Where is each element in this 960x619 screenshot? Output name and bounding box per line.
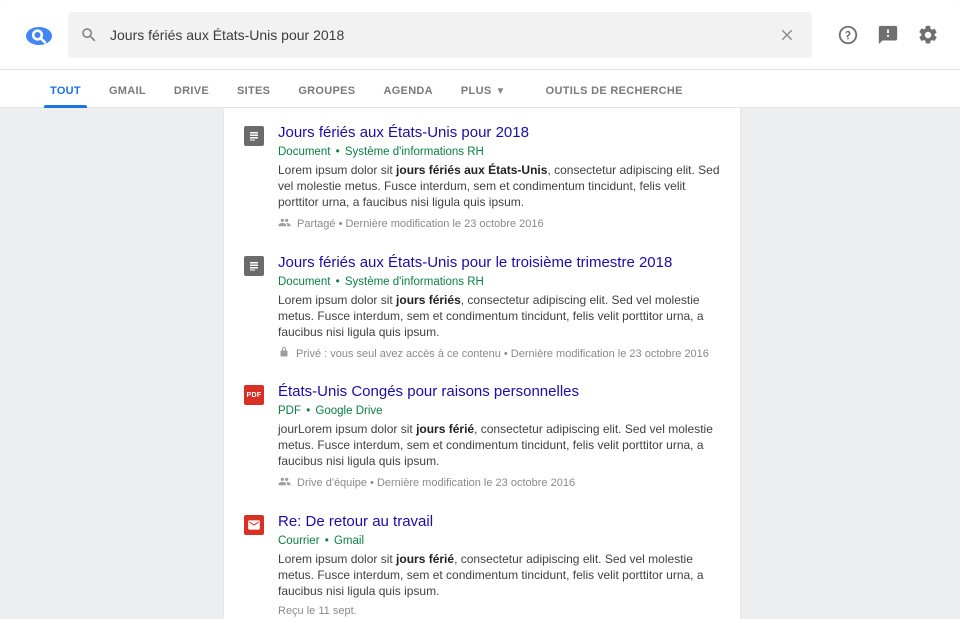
gear-icon [917,24,939,46]
result-meta-type: PDF [278,405,301,417]
help-icon [837,24,859,46]
search-input[interactable] [108,26,774,44]
results-panel: Jours fériés aux États-Unis pour 2018 Doc… [224,108,740,619]
result-meta-type: Document [278,146,330,158]
result-footer-text: Reçu le 11 sept. [278,605,357,617]
result-body: Re: De retour au travail Courrier • Gmail… [278,513,720,617]
tab-label: OUTILS DE RECHERCHE [546,85,683,97]
header-actions [830,17,946,53]
clear-search-button[interactable] [774,22,800,48]
tab-search-tools[interactable]: OUTILS DE RECHERCHE [532,85,697,107]
tab-label: TOUT [50,85,81,97]
content-surface: Jours fériés aux États-Unis pour 2018 Doc… [0,108,960,619]
result-meta-type: Courrier [278,535,320,547]
result-meta-source: Système d'informations RH [345,276,484,288]
tab-label: PLUS [461,85,492,97]
tab-label: SITES [237,85,270,97]
tab-label: GROUPES [298,85,355,97]
result-meta-type: Document [278,276,330,288]
result-footer-text: Privé : vous seul avez accès à ce conten… [296,348,709,360]
cloud-search-logo-icon [24,23,54,47]
result-footer: Privé : vous seul avez accès à ce conten… [278,346,720,361]
lock-icon [278,346,290,361]
result-title[interactable]: Re: De retour au travail [278,513,720,531]
filter-tabs: TOUT GMAIL DRIVE SITES GROUPES AGENDA PL… [0,70,960,108]
people-icon [278,216,291,232]
search-result: Jours fériés aux États-Unis pour le troi… [244,254,720,361]
settings-button[interactable] [910,17,946,53]
search-result: Re: De retour au travail Courrier • Gmail… [244,513,720,617]
caret-down-icon: ▼ [495,86,505,97]
tab-more[interactable]: PLUS▼ [447,85,520,107]
tab-gmail[interactable]: GMAIL [95,85,160,107]
result-footer: Drive d'équipe • Dernière modification l… [278,475,720,491]
header-bar [0,0,960,70]
tab-agenda[interactable]: AGENDA [369,85,446,107]
result-title[interactable]: États-Unis Congés pour raisons personnel… [278,383,720,401]
result-title[interactable]: Jours fériés aux États-Unis pour 2018 [278,124,720,142]
tab-label: GMAIL [109,85,146,97]
result-meta-source: Google Drive [315,405,382,417]
result-footer: Reçu le 11 sept. [278,605,720,617]
result-meta: Courrier • Gmail [278,535,720,547]
tab-sites[interactable]: SITES [223,85,284,107]
search-box[interactable] [68,12,812,58]
tab-groups[interactable]: GROUPES [284,85,369,107]
result-meta: PDF • Google Drive [278,405,720,417]
doc-file-icon [244,126,264,146]
result-footer: Partagé • Dernière modification le 23 oc… [278,216,720,232]
tab-all[interactable]: TOUT [36,85,95,107]
feedback-icon [877,24,899,46]
mail-file-icon [244,515,264,535]
result-meta: Document • Système d'informations RH [278,146,720,158]
result-meta-source: Gmail [334,535,364,547]
result-title[interactable]: Jours fériés aux États-Unis pour le troi… [278,254,720,272]
feedback-button[interactable] [870,17,906,53]
result-body: Jours fériés aux États-Unis pour 2018 Doc… [278,124,720,232]
pdf-file-icon: PDF [244,385,264,405]
search-result: PDF États-Unis Congés pour raisons person… [244,383,720,491]
tab-label: DRIVE [174,85,209,97]
help-button[interactable] [830,17,866,53]
result-footer-text: Drive d'équipe • Dernière modification l… [297,477,575,489]
tab-label: AGENDA [383,85,432,97]
close-icon [778,26,796,44]
result-snippet: jourLorem ipsum dolor sit jours férié, c… [278,421,720,469]
result-snippet: Lorem ipsum dolor sit jours férié, conse… [278,551,720,599]
tab-drive[interactable]: DRIVE [160,85,223,107]
search-result: Jours fériés aux États-Unis pour 2018 Doc… [244,124,720,232]
cloud-search-logo[interactable] [14,23,64,47]
result-snippet: Lorem ipsum dolor sit jours fériés aux É… [278,162,720,210]
result-meta: Document • Système d'informations RH [278,276,720,288]
search-icon [80,26,98,44]
result-meta-source: Système d'informations RH [345,146,484,158]
result-footer-text: Partagé • Dernière modification le 23 oc… [297,218,544,230]
result-snippet: Lorem ipsum dolor sit jours fériés, cons… [278,292,720,340]
result-body: Jours fériés aux États-Unis pour le troi… [278,254,720,361]
people-icon [278,475,291,491]
doc-file-icon [244,256,264,276]
result-body: États-Unis Congés pour raisons personnel… [278,383,720,491]
